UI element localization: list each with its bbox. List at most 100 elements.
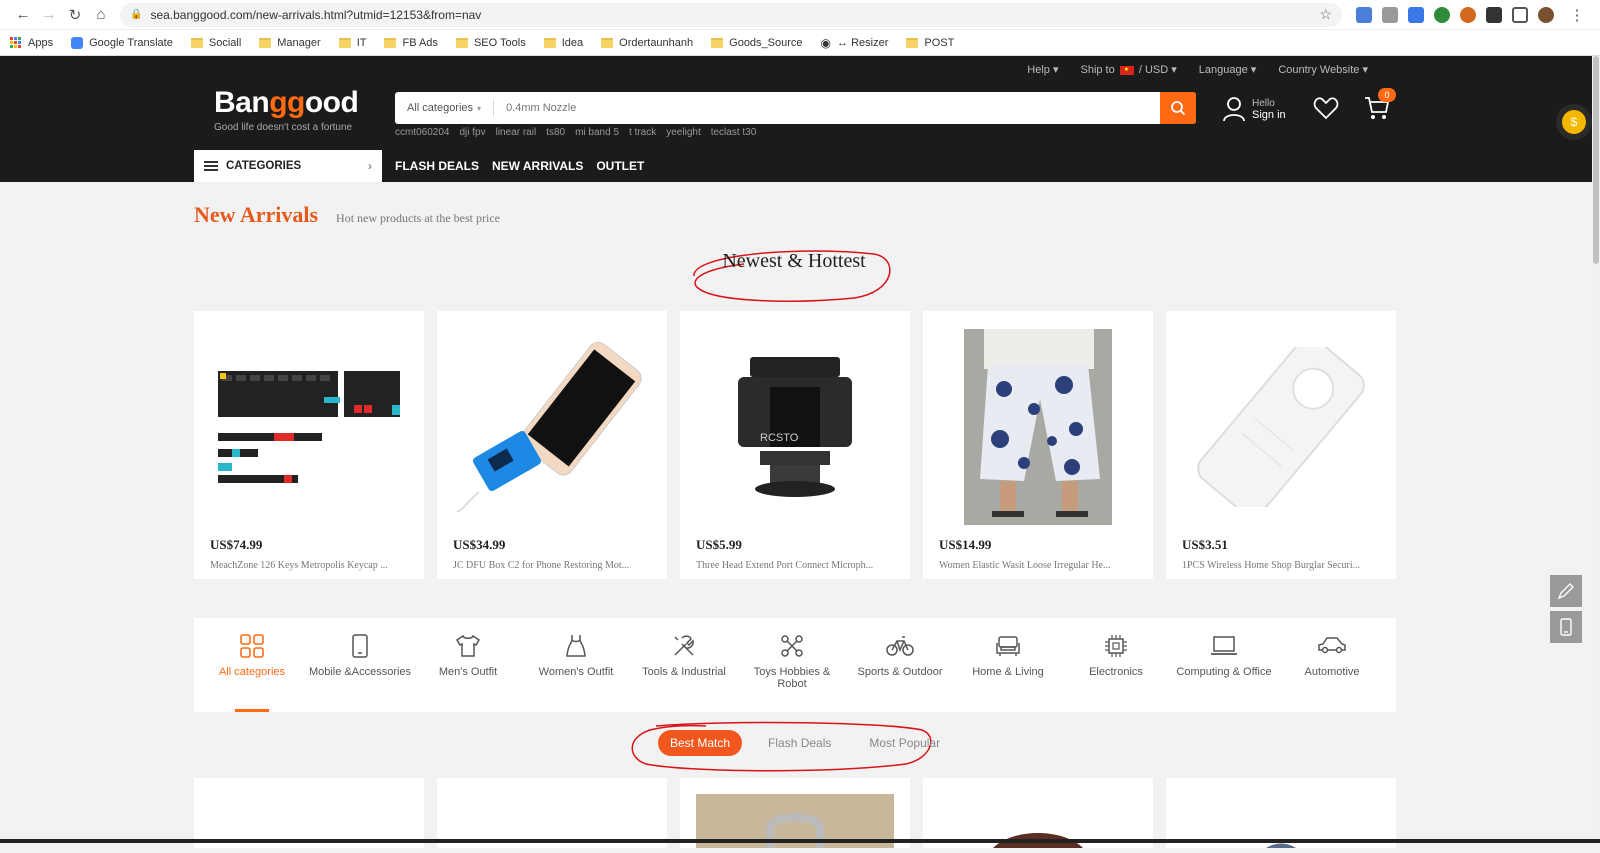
tab-most-popular[interactable]: Most Popular [857,730,952,756]
product-card[interactable] [194,778,424,848]
mobile-app-button[interactable] [1550,611,1582,643]
extension-icon[interactable] [1486,7,1502,23]
product-card[interactable] [1166,778,1396,848]
search-button[interactable] [1160,92,1196,124]
search-category-select[interactable]: All categories▾ [395,99,494,117]
banggood-logo[interactable]: Banggood Good life doesn't cost a fortun… [214,86,358,133]
folder-icon [544,38,556,48]
product-card[interactable] [437,778,667,848]
bookmark-google-translate[interactable]: Google Translate [71,37,173,49]
category-tools[interactable]: Tools & Industrial [630,618,738,712]
bookmark-star-icon[interactable]: ☆ [1319,6,1332,23]
feedback-button[interactable] [1550,575,1582,607]
bookmark-folder[interactable]: Ordertaunhanh [601,37,693,49]
product-name[interactable]: Three Head Extend Port Connect Microph..… [696,560,894,571]
bookmark-folder[interactable]: FB Ads [384,37,437,49]
search-input[interactable] [494,102,1160,114]
bookmark-folder[interactable]: Goods_Source [711,37,802,49]
bookmark-folder[interactable]: POST [906,37,954,49]
product-card[interactable]: US$74.99 MeachZone 126 Keys Metropolis K… [194,311,424,579]
tab-best-match[interactable]: Best Match [658,730,742,756]
coin-reward-button[interactable]: $ [1556,104,1592,140]
chevron-right-icon: › [368,159,372,173]
product-image-alarm [1182,327,1380,527]
taskbar-edge [0,839,1600,843]
category-computing[interactable]: Computing & Office [1170,618,1278,712]
hot-word-link[interactable]: linear rail [496,127,537,138]
profile-avatar[interactable] [1538,7,1554,23]
bookmark-folder[interactable]: IT [339,37,367,49]
product-card[interactable]: US$34.99 JC DFU Box C2 for Phone Restori… [437,311,667,579]
dress-icon [564,634,588,658]
category-toys[interactable]: Toys Hobbies & Robot [738,618,846,712]
category-home[interactable]: Home & Living [954,618,1062,712]
drone-icon [780,634,804,658]
sign-in-link[interactable]: Sign in [1252,109,1286,121]
menu-dots-icon[interactable]: ⋮ [1564,3,1590,27]
hot-word-link[interactable]: dji fpv [459,127,485,138]
folder-icon [601,38,613,48]
ship-to-menu[interactable]: Ship to / USD ▾ [1080,63,1176,76]
extension-icon[interactable] [1382,7,1398,23]
extension-icon[interactable] [1434,7,1450,23]
category-all[interactable]: All categories [198,618,306,712]
account-menu[interactable]: HelloSign in [1222,96,1286,122]
tab-flash-deals[interactable]: Flash Deals [756,730,843,756]
help-menu[interactable]: Help ▾ [1027,63,1058,76]
hot-word-link[interactable]: ts80 [546,127,565,138]
product-card[interactable]: US$14.99 Women Elastic Wasit Loose Irreg… [923,311,1153,579]
product-name[interactable]: JC DFU Box C2 for Phone Restoring Mot... [453,560,651,571]
globe-icon: ◉ [821,36,831,50]
hot-word-link[interactable]: yeelight [666,127,700,138]
translate-icon [71,37,83,49]
category-sports[interactable]: Sports & Outdoor [846,618,954,712]
nav-new-arrivals[interactable]: NEW ARRIVALS [492,159,583,173]
categories-menu-button[interactable]: CATEGORIES › [194,150,382,182]
product-name[interactable]: Women Elastic Wasit Loose Irregular He..… [939,560,1137,571]
extension-icon[interactable] [1356,7,1372,23]
product-name[interactable]: 1PCS Wireless Home Shop Burglar Securi..… [1182,560,1380,571]
back-icon[interactable]: ← [10,3,36,27]
hot-word-link[interactable]: ccmt060204 [395,127,449,138]
car-icon [1317,634,1347,658]
hot-word-link[interactable]: mi band 5 [575,127,619,138]
reading-list-icon[interactable] [1512,7,1528,23]
country-website-menu[interactable]: Country Website ▾ [1278,63,1368,76]
scrollbar-thumb[interactable] [1593,56,1599,264]
bookmark-folder[interactable]: SEO Tools [456,37,526,49]
folder-icon [339,38,351,48]
extension-icon[interactable] [1408,7,1424,23]
page-scrollbar[interactable] [1592,56,1600,843]
bookmark-folder[interactable]: Sociall [191,37,241,49]
category-mobile[interactable]: Mobile &Accessories [306,618,414,712]
language-menu[interactable]: Language ▾ [1199,63,1257,76]
product-price: US$14.99 [939,537,1137,553]
bike-icon [886,634,914,658]
nav-outlet[interactable]: OUTLET [596,159,644,173]
hot-word-link[interactable]: teclast t30 [711,127,757,138]
address-bar[interactable]: 🔒 sea.banggood.com/new-arrivals.html?utm… [120,3,1342,27]
nav-flash-deals[interactable]: FLASH DEALS [395,159,479,173]
hot-word-link[interactable]: t track [629,127,656,138]
product-card[interactable] [680,778,910,848]
category-womens-outfit[interactable]: Women's Outfit [522,618,630,712]
forward-icon[interactable]: → [36,3,62,27]
bookmark-folder[interactable]: Manager [259,37,320,49]
home-icon[interactable]: ⌂ [88,3,114,27]
tshirt-icon [455,634,481,658]
product-row: US$74.99 MeachZone 126 Keys Metropolis K… [194,311,1396,579]
product-card[interactable]: US$3.51 1PCS Wireless Home Shop Burglar … [1166,311,1396,579]
product-card[interactable]: RCSTO US$5.99 Three Head Extend Port Con… [680,311,910,579]
bookmark-apps[interactable]: Apps [10,37,53,49]
bookmark-resizer[interactable]: ◉↔ Resizer [821,36,889,50]
extension-icon[interactable] [1460,7,1476,23]
reload-icon[interactable]: ↻ [62,3,88,27]
category-electronics[interactable]: Electronics [1062,618,1170,712]
category-mens-outfit[interactable]: Men's Outfit [414,618,522,712]
bookmark-folder[interactable]: Idea [544,37,583,49]
cart-button[interactable]: 0 [1364,96,1390,125]
product-name[interactable]: MeachZone 126 Keys Metropolis Keycap ... [210,560,408,571]
wishlist-button[interactable] [1313,96,1339,125]
product-card[interactable] [923,778,1153,848]
category-automotive[interactable]: Automotive [1278,618,1386,712]
